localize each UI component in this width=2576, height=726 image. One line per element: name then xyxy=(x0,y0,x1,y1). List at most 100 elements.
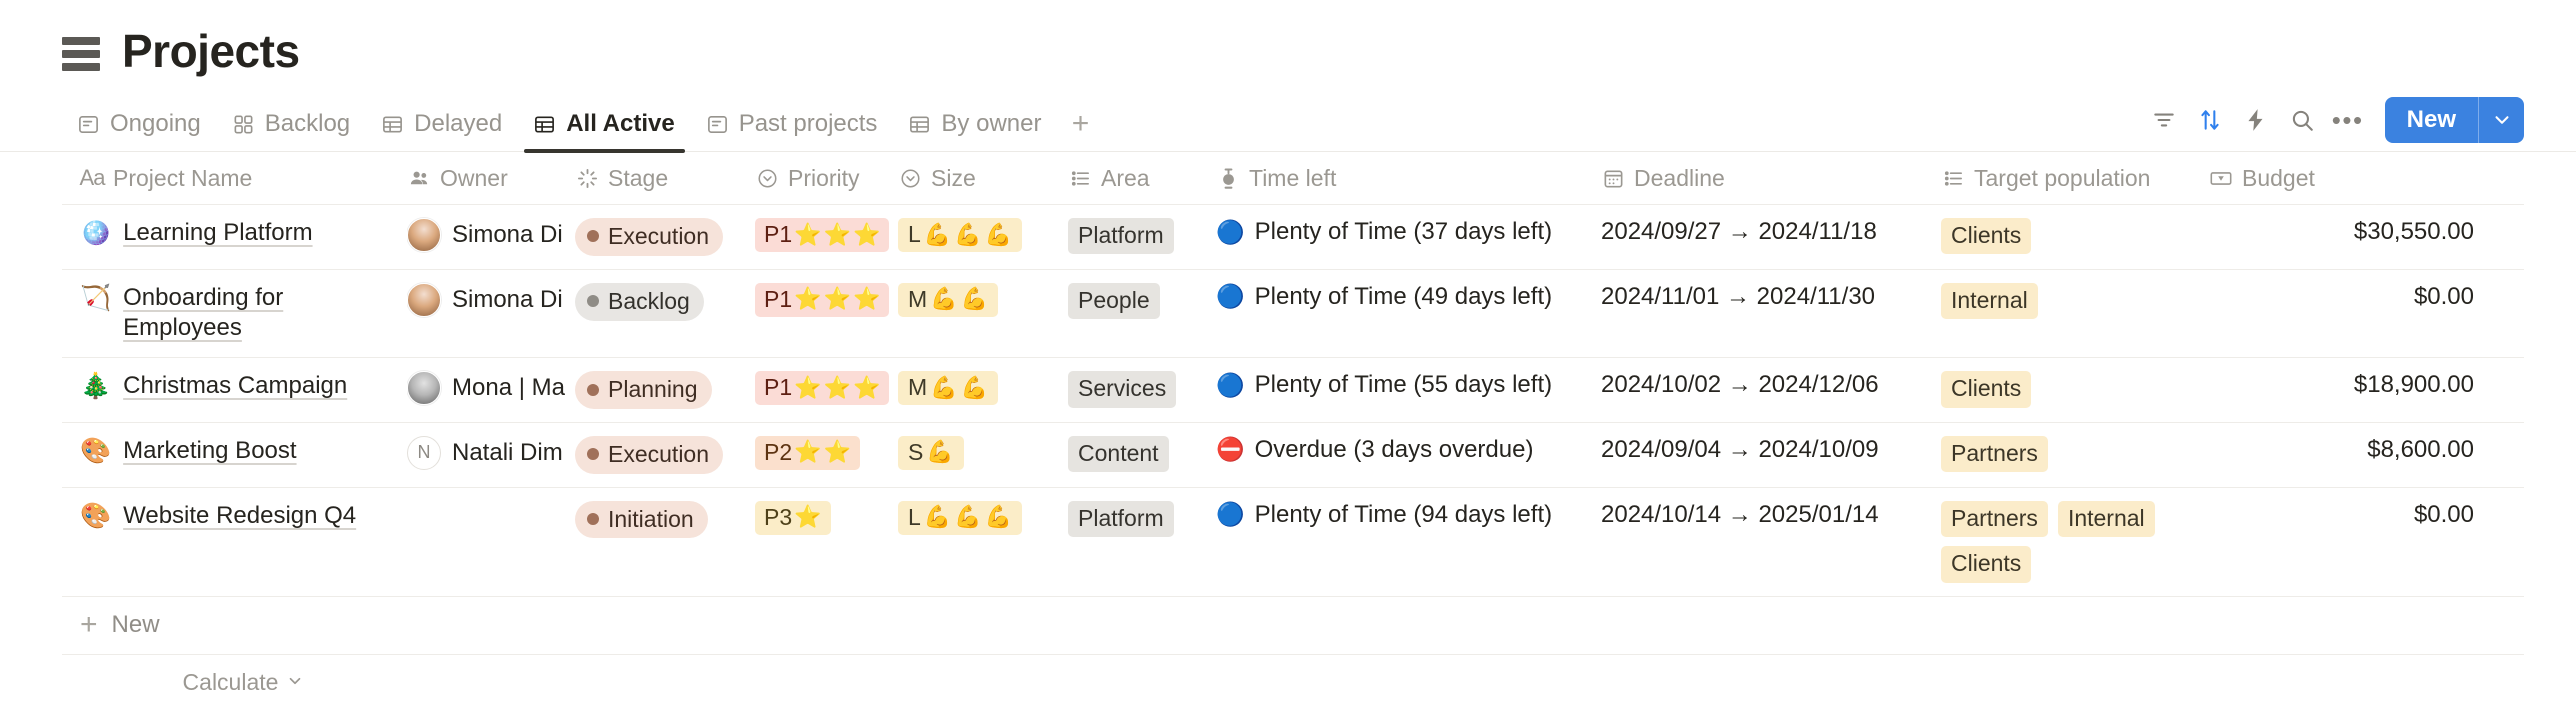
column-header-area[interactable]: Area xyxy=(1068,152,1216,204)
database-toolbar: ••• New xyxy=(2141,97,2524,151)
tab-all-active[interactable]: All Active xyxy=(518,97,690,153)
status-dot-icon xyxy=(587,448,599,461)
formula-timer-icon xyxy=(1216,166,1240,190)
cell-area[interactable]: Services xyxy=(1068,358,1216,420)
table-body: 🪩 Learning Platform Simona Di Execution P1 ⭐ ⭐… xyxy=(62,205,2524,597)
avatar: N xyxy=(407,435,441,470)
cell-budget[interactable]: $8,600.00 xyxy=(2209,423,2474,477)
project-name-link[interactable]: Marketing Boost xyxy=(123,436,296,467)
tab-past-projects[interactable]: Past projects xyxy=(691,97,894,151)
search-icon[interactable] xyxy=(2279,97,2325,143)
project-name-link[interactable]: Christmas Campaign xyxy=(123,371,347,402)
cell-owner[interactable]: Mona | Ma xyxy=(407,358,575,418)
column-header-time-left[interactable]: Time left xyxy=(1216,152,1601,204)
star-icon: ⭐ xyxy=(794,439,822,465)
cell-project-name[interactable]: 🎨 Marketing Boost xyxy=(62,423,407,480)
cell-target-population[interactable]: Clients xyxy=(1941,358,2209,420)
cell-owner[interactable] xyxy=(407,488,575,542)
cell-area[interactable]: People xyxy=(1068,270,1216,332)
project-name-link[interactable]: Website Redesign Q4 xyxy=(123,501,356,532)
cell-stage[interactable]: Planning xyxy=(575,358,755,422)
filter-icon[interactable] xyxy=(2141,97,2187,143)
cell-owner[interactable]: Simona Di xyxy=(407,205,575,265)
cell-size[interactable]: M 💪 💪 xyxy=(898,270,1068,330)
project-name-link[interactable]: Onboarding for Employees xyxy=(123,283,397,344)
column-header-label: Budget xyxy=(2242,164,2315,191)
cell-budget[interactable]: $0.00 xyxy=(2209,488,2474,542)
cell-priority[interactable]: P1 ⭐ ⭐ ⭐ xyxy=(755,205,898,265)
table-row[interactable]: 🎨 Website Redesign Q4 Initiation P3 ⭐ L 💪 💪 💪 Pla… xyxy=(62,488,2524,597)
tab-by-owner[interactable]: By owner xyxy=(893,97,1057,151)
cell-area[interactable]: Platform xyxy=(1068,488,1216,550)
cell-budget[interactable]: $18,900.00 xyxy=(2209,358,2474,412)
column-header-size[interactable]: Size xyxy=(898,152,1068,204)
sort-icon[interactable] xyxy=(2187,97,2233,143)
column-header-priority[interactable]: Priority xyxy=(755,152,898,204)
cell-stage[interactable]: Initiation xyxy=(575,488,755,552)
tab-ongoing[interactable]: Ongoing xyxy=(62,97,217,151)
cell-priority[interactable]: P3 ⭐ xyxy=(755,488,898,548)
add-view-button[interactable]: + xyxy=(1057,97,1103,151)
calendar-icon xyxy=(1601,166,1625,190)
column-header-stage[interactable]: Stage xyxy=(575,152,755,204)
cell-target-population[interactable]: Partners Internal Clients xyxy=(1941,488,2209,596)
cell-priority[interactable]: P1 ⭐ ⭐ ⭐ xyxy=(755,270,898,330)
cell-budget[interactable]: $30,550.00 xyxy=(2209,205,2474,259)
star-icon: ⭐ xyxy=(852,374,881,400)
cell-size[interactable]: L 💪 💪 💪 xyxy=(898,205,1068,265)
star-icon: ⭐ xyxy=(852,221,881,247)
cell-deadline[interactable]: 2024/10/02 → 2024/12/06 xyxy=(1601,358,1941,412)
cell-project-name[interactable]: 🏹 Onboarding for Employees xyxy=(62,270,407,357)
cell-target-population[interactable]: Partners xyxy=(1941,423,2209,485)
table-row[interactable]: 🎄 Christmas Campaign Mona | Ma Planning P1 ⭐ ⭐… xyxy=(62,358,2524,423)
table-row[interactable]: 🪩 Learning Platform Simona Di Execution P1 ⭐ ⭐… xyxy=(62,205,2524,270)
column-header-deadline[interactable]: Deadline xyxy=(1601,152,1941,204)
area-tag: Content xyxy=(1068,435,1169,473)
lightning-icon[interactable] xyxy=(2233,97,2279,143)
cell-priority[interactable]: P1 ⭐ ⭐ ⭐ xyxy=(755,358,898,418)
cell-stage[interactable]: Execution xyxy=(575,423,755,487)
tab-backlog[interactable]: Backlog xyxy=(217,97,366,151)
chevron-down-icon[interactable] xyxy=(2478,97,2524,143)
cell-project-name[interactable]: 🪩 Learning Platform xyxy=(62,205,407,262)
calculate-button[interactable]: Calculate xyxy=(62,669,407,696)
cell-stage[interactable]: Backlog xyxy=(575,270,755,334)
cell-size[interactable]: M 💪 💪 xyxy=(898,358,1068,418)
column-header-budget[interactable]: Budget xyxy=(2209,152,2474,204)
database-menu-icon[interactable] xyxy=(62,37,100,71)
cell-project-name[interactable]: 🎄 Christmas Campaign xyxy=(62,358,407,415)
cell-owner[interactable]: Simona Di xyxy=(407,270,575,330)
cell-area[interactable]: Platform xyxy=(1068,205,1216,267)
table-row[interactable]: 🎨 Marketing Boost N Natali Dim Execution P2 ⭐ ⭐… xyxy=(62,423,2524,488)
cell-target-population[interactable]: Clients xyxy=(1941,205,2209,267)
cell-deadline[interactable]: 2024/09/04 → 2024/10/09 xyxy=(1601,423,1941,477)
table-row[interactable]: 🏹 Onboarding for Employees Simona Di Backlo… xyxy=(62,270,2524,359)
new-button[interactable]: New xyxy=(2384,97,2524,143)
size-label: S xyxy=(908,438,924,465)
column-header-target-population[interactable]: Target population xyxy=(1941,152,2209,204)
tab-label: Ongoing xyxy=(110,110,201,137)
time-status-label: Plenty of Time (94 days left) xyxy=(1254,500,1553,528)
cell-deadline[interactable]: 2024/11/01 → 2024/11/30 xyxy=(1601,270,1941,324)
cell-owner[interactable]: N Natali Dim xyxy=(407,423,575,483)
column-header-owner[interactable]: Owner xyxy=(407,152,575,204)
list-view-icon xyxy=(705,112,730,137)
tab-delayed[interactable]: Delayed xyxy=(366,97,518,151)
cell-budget[interactable]: $0.00 xyxy=(2209,270,2474,324)
more-options-button[interactable]: ••• xyxy=(2325,97,2371,143)
cell-size[interactable]: L 💪 💪 💪 xyxy=(898,488,1068,548)
cell-priority[interactable]: P2 ⭐ ⭐ xyxy=(755,423,898,483)
new-record-row[interactable]: + New xyxy=(62,597,2524,655)
cell-stage[interactable]: Execution xyxy=(575,205,755,269)
cell-project-name[interactable]: 🎨 Website Redesign Q4 xyxy=(62,488,407,545)
project-name-link[interactable]: Learning Platform xyxy=(123,218,312,249)
new-record-label: New xyxy=(111,611,160,639)
cell-size[interactable]: S 💪 xyxy=(898,423,1068,483)
status-badge: Backlog xyxy=(575,282,704,321)
area-tag: Platform xyxy=(1068,218,1174,255)
cell-target-population[interactable]: Internal xyxy=(1941,270,2209,332)
cell-deadline[interactable]: 2024/09/27 → 2024/11/18 xyxy=(1601,205,1941,259)
cell-deadline[interactable]: 2024/10/14 → 2025/01/14 xyxy=(1601,488,1941,542)
column-header-project-name[interactable]: Aa Project Name xyxy=(62,152,407,204)
cell-area[interactable]: Content xyxy=(1068,423,1216,485)
